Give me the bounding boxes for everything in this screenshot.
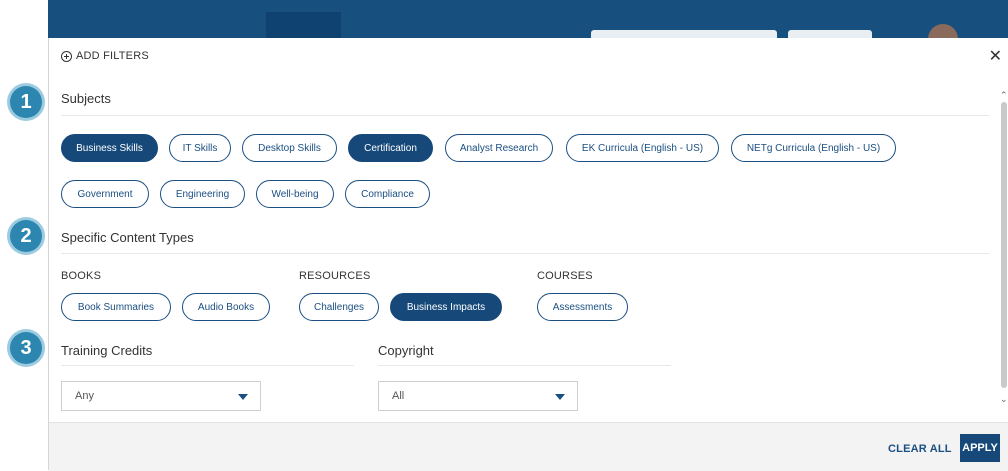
- chip-label: Assessments: [552, 301, 613, 313]
- close-icon[interactable]: ✕: [989, 46, 1002, 66]
- copyright-select[interactable]: All: [378, 381, 578, 411]
- chip-label: Book Summaries: [77, 301, 155, 313]
- subjects-title: Subjects: [61, 91, 111, 106]
- chip-well-being[interactable]: Well-being: [256, 180, 334, 208]
- callout-badge-1: 1: [10, 86, 42, 118]
- scroll-down-icon[interactable]: ⌄: [1000, 394, 1008, 404]
- chip-certification[interactable]: Certification: [348, 134, 433, 162]
- chip-desktop-skills[interactable]: Desktop Skills: [242, 134, 337, 162]
- chip-label: Government: [77, 188, 133, 200]
- divider: [61, 115, 989, 116]
- chevron-down-icon: [238, 394, 248, 400]
- app-top-bar: [48, 0, 1008, 54]
- add-filters-heading[interactable]: ADD FILTERS: [61, 50, 149, 62]
- chip-ek-curricula[interactable]: EK Curricula (English - US): [566, 134, 719, 162]
- apply-button[interactable]: APPLY: [960, 434, 1000, 462]
- divider: [61, 365, 354, 366]
- chip-label: Business Skills: [76, 142, 143, 154]
- scrollbar-thumb[interactable]: [1001, 102, 1007, 388]
- chip-audio-books[interactable]: Audio Books: [182, 293, 270, 321]
- select-value: All: [392, 390, 405, 402]
- training-credits-title: Training Credits: [61, 343, 153, 358]
- top-button: [788, 30, 872, 38]
- chip-business-skills[interactable]: Business Skills: [61, 134, 158, 162]
- select-value: Any: [75, 390, 94, 402]
- nav-tab-active: [266, 12, 341, 38]
- chip-label: IT Skills: [182, 142, 218, 154]
- chip-it-skills[interactable]: IT Skills: [169, 134, 231, 162]
- chip-label: Analyst Research: [459, 142, 539, 154]
- chip-business-impacts[interactable]: Business Impacts: [390, 293, 502, 321]
- chip-analyst-research[interactable]: Analyst Research: [445, 134, 553, 162]
- content-types-title: Specific Content Types: [61, 230, 194, 245]
- training-credits-select[interactable]: Any: [61, 381, 261, 411]
- search-bar: [591, 30, 777, 38]
- group-label-resources: RESOURCES: [299, 270, 371, 282]
- clear-all-button[interactable]: CLEAR ALL: [888, 443, 952, 455]
- chip-label: Audio Books: [197, 301, 255, 313]
- chip-label: Certification: [364, 142, 417, 154]
- group-label-courses: COURSES: [537, 270, 593, 282]
- divider: [378, 365, 671, 366]
- chip-label: Compliance: [361, 188, 414, 200]
- chip-label: Challenges: [313, 301, 365, 313]
- chip-government[interactable]: Government: [61, 180, 149, 208]
- scroll-up-icon[interactable]: ⌃: [1000, 90, 1008, 100]
- chip-assessments[interactable]: Assessments: [537, 293, 628, 321]
- add-filters-label: ADD FILTERS: [76, 50, 149, 62]
- chip-engineering[interactable]: Engineering: [160, 180, 245, 208]
- chip-label: Business Impacts: [406, 301, 486, 313]
- chip-label: Desktop Skills: [258, 142, 321, 154]
- scrollbar[interactable]: ⌃ ⌄: [1000, 90, 1008, 412]
- chip-label: EK Curricula (English - US): [581, 142, 704, 154]
- chip-compliance[interactable]: Compliance: [345, 180, 430, 208]
- callout-badge-2: 2: [10, 220, 42, 252]
- panel-footer: CLEAR ALL APPLY: [49, 422, 1008, 471]
- chip-challenges[interactable]: Challenges: [299, 293, 379, 321]
- chip-netg-curricula[interactable]: NETg Curricula (English - US): [731, 134, 896, 162]
- divider: [61, 253, 989, 254]
- chip-label: Well-being: [271, 188, 319, 200]
- chip-book-summaries[interactable]: Book Summaries: [61, 293, 171, 321]
- callout-badge-3: 3: [10, 332, 42, 364]
- chip-label: NETg Curricula (English - US): [746, 142, 881, 154]
- panel-header: ADD FILTERS ✕: [49, 38, 1008, 74]
- copyright-title: Copyright: [378, 343, 434, 358]
- chip-label: Engineering: [175, 188, 230, 200]
- group-label-books: BOOKS: [61, 270, 102, 282]
- chevron-down-icon: [555, 394, 565, 400]
- filters-panel: ADD FILTERS ✕ ⌃ ⌄ Subjects Business Skil…: [49, 38, 1008, 471]
- plus-circle-icon: [61, 50, 72, 62]
